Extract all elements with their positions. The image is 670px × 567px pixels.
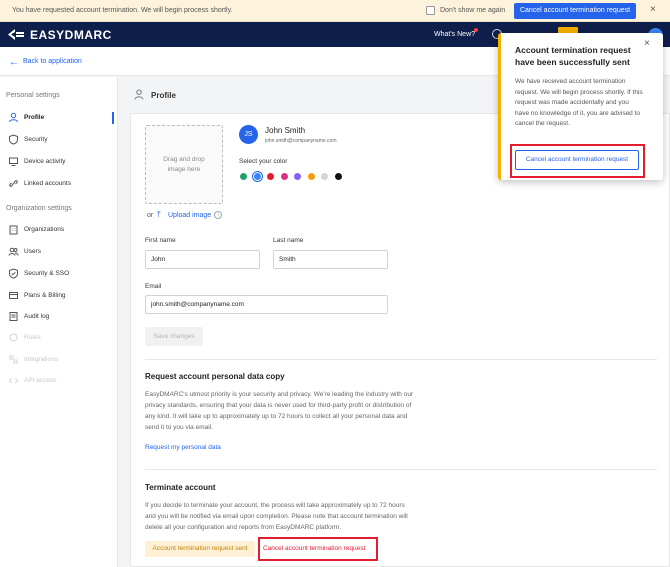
dont-show-label[interactable]: Don't show me again — [440, 7, 505, 14]
logo-icon — [8, 29, 24, 40]
banner-close-icon[interactable]: × — [650, 4, 656, 15]
or-text: or — [147, 212, 154, 219]
sidebar-item-audit-log[interactable]: Audit log — [0, 308, 117, 326]
user-email: john.smith@companyname.com — [265, 138, 337, 144]
sidebar-item-label: API access — [24, 377, 57, 384]
avatar: JS — [239, 125, 258, 144]
color-swatch[interactable] — [294, 173, 301, 180]
cancel-termination-link[interactable]: Cancel account termination request — [263, 545, 365, 552]
upload-image-link[interactable]: Upload image — [168, 212, 211, 219]
sidebar-item-label: Roles — [24, 334, 41, 341]
last-name-label: Last name — [273, 237, 304, 244]
integrations-icon — [9, 355, 18, 364]
personal-settings-heading: Personal settings — [6, 92, 60, 99]
sidebar-item-label: Security & SSO — [24, 270, 70, 277]
sidebar-item-label: Security — [24, 136, 48, 143]
audit-log-icon — [9, 312, 18, 321]
dropzone-text: Drag and drop image here — [163, 156, 205, 173]
billing-icon — [9, 292, 18, 299]
terminate-account-body: If you decide to terminate your account,… — [145, 502, 408, 531]
toast-body: We have received account termination req… — [515, 78, 643, 127]
email-field[interactable]: john.smith@companyname.com — [145, 295, 388, 314]
first-name-field[interactable]: John — [145, 250, 260, 269]
color-swatch[interactable] — [321, 173, 328, 180]
user-name: John Smith — [265, 126, 306, 135]
last-name-field[interactable]: Smith — [273, 250, 388, 269]
sidebar-item-label: Integrations — [24, 356, 58, 363]
termination-banner: You have requested account termination. … — [0, 0, 670, 22]
request-personal-data-link[interactable]: Request my personal data — [145, 444, 221, 451]
organizations-icon — [9, 225, 18, 235]
notification-dot — [474, 28, 478, 32]
data-copy-body: EasyDMARC's utmost priority is your secu… — [145, 391, 414, 431]
logo-text[interactable]: EASYDMARC — [30, 28, 112, 42]
upload-icon[interactable]: ⤒ — [157, 210, 161, 220]
color-swatch[interactable] — [280, 173, 288, 180]
organization-settings-heading: Organization settings — [6, 205, 72, 212]
dont-show-checkbox[interactable] — [426, 6, 435, 15]
whats-new-link[interactable]: What's New? — [434, 31, 475, 38]
section-divider — [145, 469, 657, 470]
sidebar-item-label: Organizations — [24, 226, 65, 233]
sidebar-item-label: Device activity — [24, 158, 66, 165]
sidebar-item-security[interactable]: Security — [0, 131, 117, 149]
sidebar-item-label: Users — [24, 248, 41, 255]
sidebar-item-api-access: API access — [0, 372, 117, 390]
sidebar-item-roles: Roles — [0, 329, 117, 347]
sidebar-item-integrations: Integrations — [0, 351, 117, 369]
sidebar-item-device-activity[interactable]: Device activity — [0, 153, 117, 171]
active-indicator — [112, 112, 114, 124]
api-icon — [8, 377, 19, 384]
toast-close-icon[interactable]: × — [644, 38, 650, 49]
back-arrow-icon[interactable]: ← — [9, 57, 19, 68]
sidebar-item-label: Profile — [24, 114, 45, 121]
sidebar-item-plans-billing[interactable]: Plans & Billing — [0, 287, 117, 305]
color-swatch[interactable] — [240, 173, 247, 180]
toast-cancel-termination-button[interactable]: Cancel account termination request — [515, 150, 639, 170]
termination-sent-badge: Account termination request sent — [145, 541, 255, 557]
email-label: Email — [145, 283, 162, 290]
link-icon — [9, 180, 18, 187]
sidebar-item-security-sso[interactable]: Security & SSO — [0, 265, 117, 283]
sidebar-item-profile[interactable]: Profile — [0, 109, 117, 127]
sidebar-item-organizations[interactable]: Organizations — [0, 221, 117, 239]
save-changes-button[interactable]: Save changes — [145, 327, 203, 346]
shield-icon — [9, 134, 18, 145]
users-icon — [8, 247, 19, 256]
color-swatch[interactable] — [253, 173, 261, 180]
banner-cancel-termination-button[interactable]: Cancel account termination request — [514, 3, 636, 19]
sidebar-item-label: Linked accounts — [24, 180, 71, 187]
sidebar-item-label: Audit log — [24, 313, 50, 320]
shield-check-icon — [9, 268, 18, 279]
settings-sidebar: Personal settings Profile Security Devic… — [0, 77, 118, 567]
info-icon[interactable]: i — [214, 211, 222, 219]
data-copy-title: Request account personal data copy — [145, 372, 285, 381]
color-swatch[interactable] — [334, 173, 342, 180]
roles-icon — [9, 333, 18, 342]
banner-message: You have requested account termination. … — [12, 7, 233, 14]
first-name-label: First name — [145, 237, 176, 244]
toast-title: Account termination request have been su… — [515, 45, 631, 67]
sidebar-item-label: Plans & Billing — [24, 292, 66, 299]
terminate-account-title: Terminate account — [145, 483, 216, 492]
profile-header-icon — [134, 89, 144, 100]
sidebar-item-linked-accounts[interactable]: Linked accounts — [0, 175, 117, 193]
sidebar-item-users[interactable]: Users — [0, 243, 117, 261]
section-divider — [145, 359, 657, 360]
color-swatch[interactable] — [267, 173, 274, 180]
back-to-application-link[interactable]: Back to application — [23, 58, 82, 65]
color-select-label: Select your color — [239, 158, 288, 165]
page-title: Profile — [151, 91, 176, 100]
user-icon — [9, 112, 18, 123]
device-icon — [9, 157, 18, 166]
color-swatch[interactable] — [307, 173, 315, 180]
